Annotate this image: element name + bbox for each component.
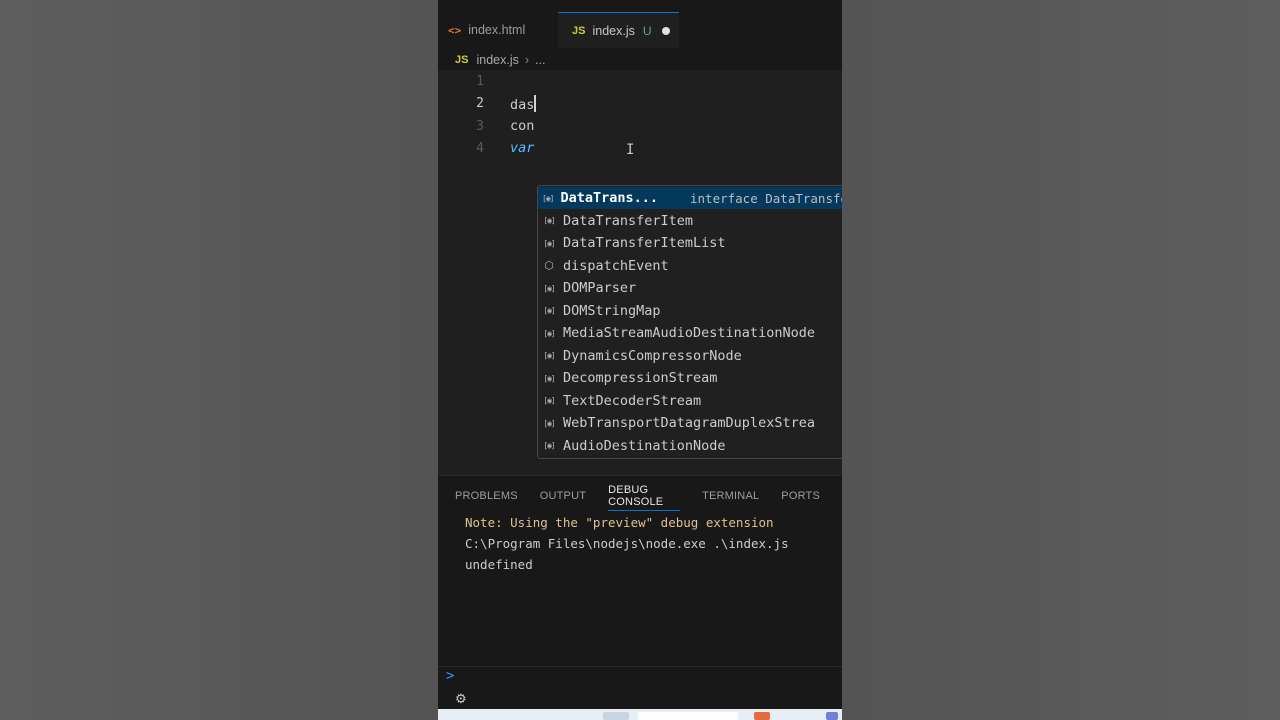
variable-icon: [◉] (543, 238, 555, 248)
tab-ports[interactable]: PORTS (781, 490, 820, 502)
suggestion-label: TextDecoderStream (563, 392, 702, 409)
breadcrumb-more[interactable]: ... (535, 53, 545, 67)
variable-icon: [◉] (543, 373, 555, 383)
variable-icon: [◉] (542, 193, 554, 203)
taskbar (438, 709, 842, 720)
html-icon: <> (448, 23, 462, 37)
suggestion-item[interactable]: [◉] DataTransferItemList (538, 232, 842, 254)
suggestion-item[interactable]: [◉] MediaStreamAudioDestinationNode (538, 322, 842, 344)
suggestion-label: DataTransferItemList (563, 235, 726, 251)
variable-icon: [◉] (543, 306, 555, 315)
line-number: 4 (476, 141, 484, 156)
tab-debug-console[interactable]: DEBUG CONSOLE (608, 484, 681, 511)
variable-icon: [◉] (543, 418, 555, 428)
cube-icon: ⬡ (544, 259, 554, 272)
code-line-2[interactable]: das (510, 95, 536, 113)
js-icon: JS (572, 24, 586, 37)
suggestion-item[interactable]: [◉] DynamicsCompressorNode (538, 345, 842, 367)
console-note: Note: Using the "preview" debug extensio… (465, 515, 774, 530)
code-editor[interactable]: 1 2 3 4 das con var I [◉] DataTrans... int… (438, 70, 842, 475)
suggestion-item[interactable]: [◉] DecompressionStream (538, 367, 842, 389)
suggestion-label: AudioDestinationNode (563, 437, 726, 454)
line-number: 2 (476, 96, 484, 111)
text-cursor (534, 95, 536, 112)
taskbar-button[interactable] (603, 712, 629, 720)
tab-problems[interactable]: PROBLEMS (455, 490, 518, 502)
taskbar-app-icon[interactable] (754, 712, 770, 720)
tab-output[interactable]: OUTPUT (540, 490, 586, 502)
video-background-left (0, 0, 438, 720)
line-number: 1 (476, 74, 484, 89)
line-number: 3 (476, 119, 484, 134)
breadcrumb: JS index.js › ... (455, 50, 545, 70)
suggestion-item[interactable]: [◉] TextDecoderStream (538, 390, 842, 412)
bottom-panel: PROBLEMS OUTPUT DEBUG CONSOLE TERMINAL PORTS… (438, 475, 842, 720)
taskbar-app-icon[interactable] (826, 712, 838, 720)
suggestion-item[interactable]: ⬡ dispatchEvent (538, 255, 842, 277)
js-icon: JS (455, 54, 469, 66)
suggestion-detail: interface DataTransfe (690, 190, 842, 206)
untracked-badge: U (642, 23, 652, 38)
vscode-window: <> index.html JS index.js U JS index.js … (438, 0, 842, 720)
suggestion-label: DataTrans... (560, 190, 658, 206)
suggestion-label: DOMStringMap (563, 302, 661, 319)
video-background-right (842, 0, 1280, 720)
variable-icon: [◉] (543, 441, 555, 450)
tab-index-js[interactable]: JS index.js U (558, 12, 679, 48)
suggestion-label: DecompressionStream (563, 370, 718, 386)
variable-icon: [◉] (543, 216, 555, 225)
tab-label: index.js (592, 23, 635, 38)
chevron-right-icon: › (524, 53, 530, 67)
code-line-3[interactable]: con (510, 118, 534, 134)
ibeam-cursor-icon: I (626, 142, 635, 158)
tab-label: index.html (468, 23, 526, 37)
suggestion-label: WebTransportDatagramDuplexStrea (563, 415, 815, 431)
suggestion-item[interactable]: [◉] AudioDestinationNode (538, 435, 842, 457)
console-command: C:\Program Files\nodejs\node.exe .\index… (465, 536, 789, 551)
console-prompt[interactable]: > (446, 668, 454, 684)
unsaved-dot-icon[interactable] (661, 26, 670, 35)
suggestion-item[interactable]: [◉] DOMParser (538, 277, 842, 299)
code-line-4[interactable]: var (510, 140, 534, 156)
tab-index-html[interactable]: <> index.html (448, 12, 525, 48)
console-output: undefined (465, 557, 533, 572)
panel-tab-bar: PROBLEMS OUTPUT DEBUG CONSOLE TERMINAL PORTS (455, 484, 842, 511)
typed-text: das (510, 97, 535, 113)
suggestion-label: MediaStreamAudioDestinationNode (563, 325, 815, 341)
taskbar-search[interactable] (638, 712, 738, 720)
suggestion-label: dispatchEvent (563, 257, 669, 274)
variable-icon: [◉] (543, 396, 555, 405)
suggestion-label: DOMParser (563, 280, 637, 296)
suggestion-label: DataTransferItem (563, 212, 694, 229)
divider (438, 666, 842, 667)
tab-terminal[interactable]: TERMINAL (702, 490, 759, 502)
suggestion-label: DynamicsCompressorNode (563, 347, 742, 364)
autocomplete-suggest-widget[interactable]: [◉] DataTrans... interface DataTransfe [◉] D… (537, 185, 842, 459)
editor-tab-bar: <> index.html JS index.js U (438, 12, 842, 48)
debug-run-icon[interactable]: ⚙ (455, 691, 467, 707)
suggestion-item[interactable]: [◉] WebTransportDatagramDuplexStrea (538, 412, 842, 434)
suggestion-item[interactable]: [◉] DOMStringMap (538, 300, 842, 322)
variable-icon: [◉] (543, 283, 555, 293)
variable-icon: [◉] (543, 351, 555, 360)
breadcrumb-file[interactable]: index.js (476, 53, 518, 67)
suggestion-item[interactable]: [◉] DataTransferItem (538, 210, 842, 232)
variable-icon: [◉] (543, 328, 555, 338)
suggestion-item[interactable]: [◉] DataTrans... interface DataTransfe (538, 187, 842, 209)
